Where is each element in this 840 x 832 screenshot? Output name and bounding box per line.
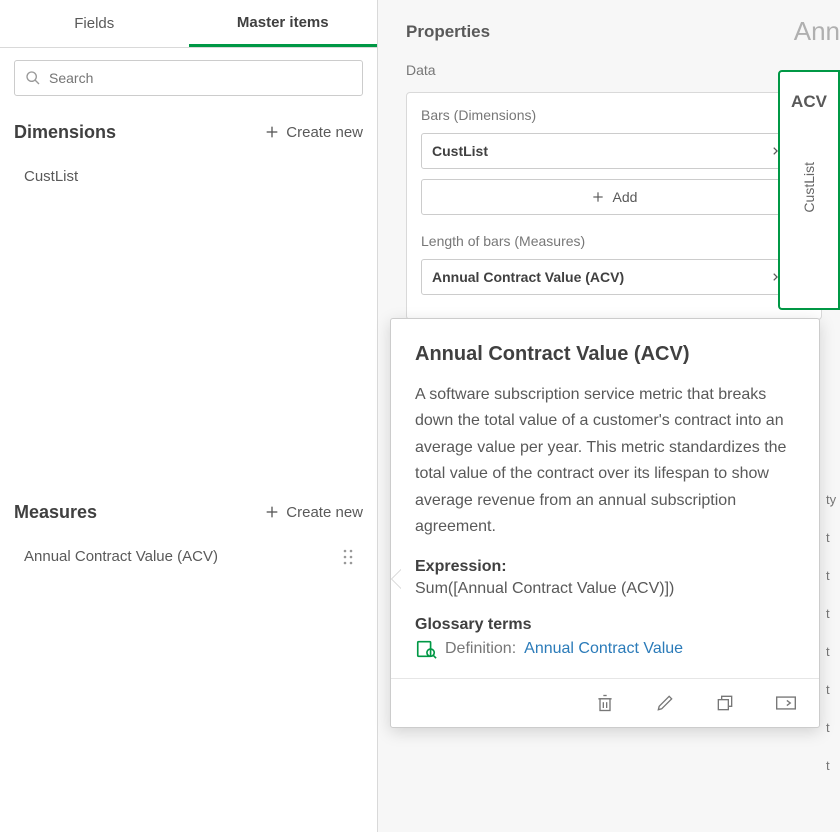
measure-item-label: Annual Contract Value (ACV) [24, 548, 218, 565]
tab-master-items[interactable]: Master items [189, 0, 378, 47]
dimension-row[interactable]: CustList [421, 133, 807, 169]
chart-title-preview: Ann [794, 16, 840, 47]
expression-value: Sum([Annual Contract Value (ACV)]) [415, 580, 795, 598]
chart-preview-title: ACV [791, 92, 827, 112]
properties-title: Properties [378, 0, 840, 54]
glossary-label: Glossary terms [415, 616, 795, 634]
create-dimension-button[interactable]: Create new [264, 124, 363, 141]
add-dimension-button[interactable]: Add [421, 179, 807, 215]
search-input[interactable] [49, 70, 352, 86]
bars-dimensions-label: Bars (Dimensions) [421, 107, 807, 123]
dimension-row-label: CustList [432, 143, 488, 159]
edit-icon[interactable] [649, 687, 681, 719]
glossary-icon [415, 638, 437, 660]
measures-section: Measures Create new Annual Contract Valu… [0, 488, 377, 577]
create-new-label: Create new [286, 124, 363, 141]
create-measure-button[interactable]: Create new [264, 504, 363, 521]
plus-icon [264, 504, 280, 520]
measures-title: Measures [14, 502, 97, 523]
plus-icon [264, 124, 280, 140]
popover-toolbar [391, 678, 819, 727]
create-new-label: Create new [286, 504, 363, 521]
measure-row-label: Annual Contract Value (ACV) [432, 269, 624, 285]
dimensions-section: Dimensions Create new CustList [0, 108, 377, 197]
definition-label: Definition: [445, 640, 516, 658]
expression-label: Expression: [415, 558, 795, 576]
dimensions-title: Dimensions [14, 122, 116, 143]
plus-icon [591, 190, 605, 204]
data-properties-card: Bars (Dimensions) CustList Add Length of… [406, 92, 822, 320]
dimension-item-label: CustList [24, 168, 78, 185]
delete-icon[interactable] [589, 687, 621, 719]
duplicate-icon[interactable] [709, 687, 741, 719]
measure-row[interactable]: Annual Contract Value (ACV) [421, 259, 807, 295]
popover-description: A software subscription service metric t… [415, 382, 795, 540]
drag-handle-icon[interactable] [343, 549, 353, 565]
background-table-edge: tyttttttt [826, 480, 840, 784]
popover-title: Annual Contract Value (ACV) [415, 343, 795, 366]
dimension-item[interactable]: CustList [14, 156, 363, 197]
tab-fields[interactable]: Fields [0, 0, 189, 47]
add-button-label: Add [613, 189, 638, 205]
chart-preview-card[interactable]: ACV CustList [778, 70, 840, 310]
assets-panel: Fields Master items Dimensions Create ne… [0, 0, 378, 832]
measure-item[interactable]: Annual Contract Value (ACV) [14, 536, 363, 577]
expand-icon[interactable] [769, 687, 803, 719]
panel-tabs: Fields Master items [0, 0, 377, 48]
measure-detail-popover: Annual Contract Value (ACV) A software s… [390, 318, 820, 728]
data-section-label: Data [378, 54, 840, 92]
length-measures-label: Length of bars (Measures) [421, 233, 807, 249]
search-icon [25, 70, 41, 86]
glossary-term-link[interactable]: Annual Contract Value [524, 640, 683, 658]
chart-preview-axis: CustList [801, 162, 817, 213]
search-box[interactable] [14, 60, 363, 96]
